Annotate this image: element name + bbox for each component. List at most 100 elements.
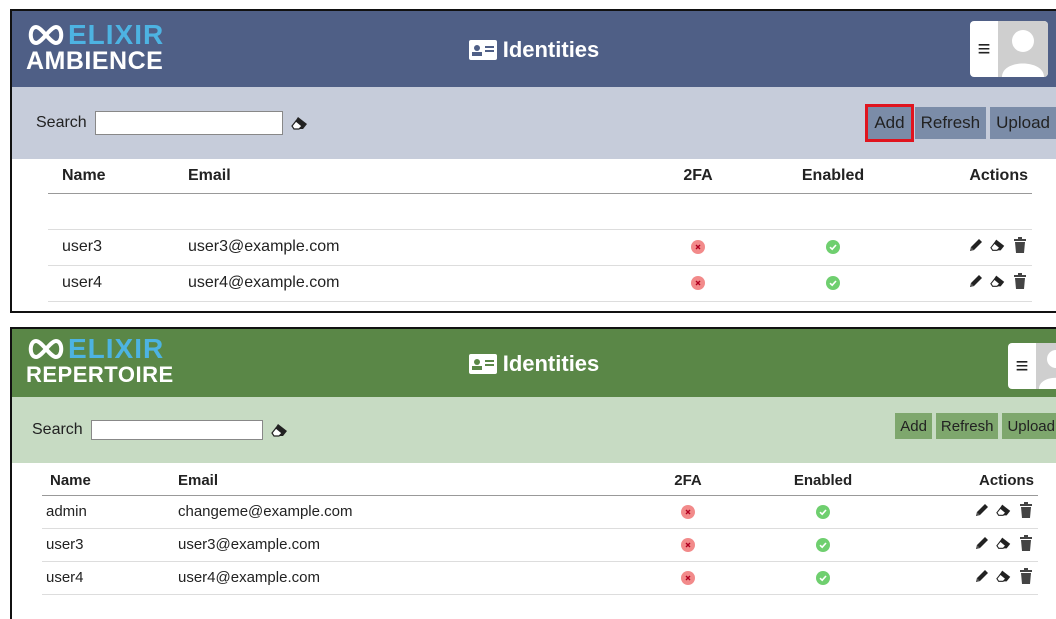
cell-actions [888,561,1038,595]
pencil-icon[interactable] [974,535,990,551]
column-header-enabled[interactable]: Enabled [768,159,898,194]
hamburger-icon[interactable]: ≡ [1008,353,1036,379]
trash-icon[interactable] [1012,236,1028,253]
x-circle-icon [681,538,695,553]
page-title: Identities [12,351,1056,377]
cell-email: user4@example.com [188,265,628,302]
column-header-2fa[interactable]: 2FA [628,159,768,194]
check-circle-icon [826,239,840,254]
table-row[interactable]: user4 user4@example.com [42,561,1038,595]
trash-icon[interactable] [1018,501,1034,518]
cell-2fa [618,561,758,595]
cell-actions [888,528,1038,562]
cell-actions [888,495,1038,529]
cell-actions [898,229,1032,266]
app-header: ELIXIR AMBIENCE Identities ≡ [12,11,1056,87]
app-header: ELIXIR REPERTOIRE Identities ≡ [12,329,1056,397]
cell-enabled [758,528,888,562]
cell-email: user4@example.com [178,561,618,595]
table-row[interactable]: user4 user4@example.com [48,265,1032,302]
eraser-icon[interactable] [270,423,289,437]
check-circle-icon [816,505,830,520]
pencil-icon[interactable] [968,273,984,289]
action-buttons: Add Refresh Upload [865,104,1056,142]
check-circle-icon [816,538,830,553]
table-body: admin changeme@example.com user3 user3@exam… [42,495,1038,595]
column-header-actions: Actions [888,467,1038,496]
add-button[interactable]: Add [895,413,932,439]
repertoire-identities-panel: ELIXIR REPERTOIRE Identities ≡ Search Ad… [10,327,1056,619]
id-card-icon [468,354,497,374]
eraser-icon[interactable] [290,116,309,130]
refresh-button[interactable]: Refresh [935,413,999,439]
cell-name: admin [42,495,178,529]
trash-icon[interactable] [1012,272,1028,289]
table-row[interactable]: user3 user3@example.com [42,528,1038,562]
cell-enabled [758,561,888,595]
column-header-enabled[interactable]: Enabled [758,467,888,496]
page-title-text: Identities [502,351,600,376]
table-header-row: Name Email 2FA Enabled Actions [42,467,1038,496]
cell-enabled [758,495,888,529]
x-circle-icon [691,275,705,290]
eraser-icon[interactable] [996,535,1012,551]
add-button[interactable]: Add [865,104,914,142]
avatar-icon[interactable] [1036,343,1056,389]
column-header-name[interactable]: Name [42,467,178,496]
toolbar: Search Add Refresh Upload [12,397,1056,463]
search-input[interactable] [94,111,283,135]
avatar-icon[interactable] [998,21,1048,77]
table-header-row: Name Email 2FA Enabled Actions [48,159,1032,194]
refresh-button[interactable]: Refresh [914,107,987,139]
id-card-icon [468,40,497,60]
identities-table: Name Email 2FA Enabled Actions user3 user… [48,159,1032,302]
upload-button[interactable]: Upload [990,107,1056,139]
cell-name: user3 [42,528,178,562]
cell-name: user4 [42,561,178,595]
table-row-empty [48,193,1032,230]
search-label: Search [36,114,87,131]
cell-2fa [628,229,768,266]
column-header-email[interactable]: Email [188,159,628,194]
cell-2fa [628,265,768,302]
eraser-icon[interactable] [996,568,1012,584]
column-header-email[interactable]: Email [178,467,618,496]
action-buttons: Add Refresh Upload [895,413,1056,439]
toolbar: Search Add Refresh Upload [12,87,1056,159]
trash-icon[interactable] [1018,567,1034,584]
column-header-2fa[interactable]: 2FA [618,467,758,496]
check-circle-icon [816,571,830,586]
eraser-icon[interactable] [990,237,1006,253]
cell-name: user4 [48,265,188,302]
ambience-identities-panel: ELIXIR AMBIENCE Identities ≡ Search Add … [10,9,1056,313]
cell-name: user3 [48,229,188,266]
page-title: Identities [12,37,1056,63]
eraser-icon[interactable] [990,273,1006,289]
table-row[interactable]: user3 user3@example.com [48,229,1032,266]
x-circle-icon [681,505,695,520]
page-title-text: Identities [502,37,600,62]
table-body: user3 user3@example.com user4 user4@example… [48,193,1032,302]
search-input[interactable] [90,420,263,440]
table-row[interactable]: admin changeme@example.com [42,495,1038,529]
user-menu[interactable]: ≡ [1008,343,1056,389]
pencil-icon[interactable] [974,502,990,518]
column-header-actions: Actions [898,159,1032,194]
cell-enabled [768,229,898,266]
trash-icon[interactable] [1018,534,1034,551]
x-circle-icon [691,239,705,254]
upload-button[interactable]: Upload [1002,413,1056,439]
search-label: Search [32,421,83,438]
cell-2fa [618,495,758,529]
x-circle-icon [681,571,695,586]
user-menu[interactable]: ≡ [970,21,1048,77]
cell-email: user3@example.com [188,229,628,266]
pencil-icon[interactable] [974,568,990,584]
hamburger-icon[interactable]: ≡ [970,36,998,62]
pencil-icon[interactable] [968,237,984,253]
column-header-name[interactable]: Name [48,159,188,194]
cell-2fa [618,528,758,562]
eraser-icon[interactable] [996,502,1012,518]
cell-email: user3@example.com [178,528,618,562]
cell-enabled [768,265,898,302]
